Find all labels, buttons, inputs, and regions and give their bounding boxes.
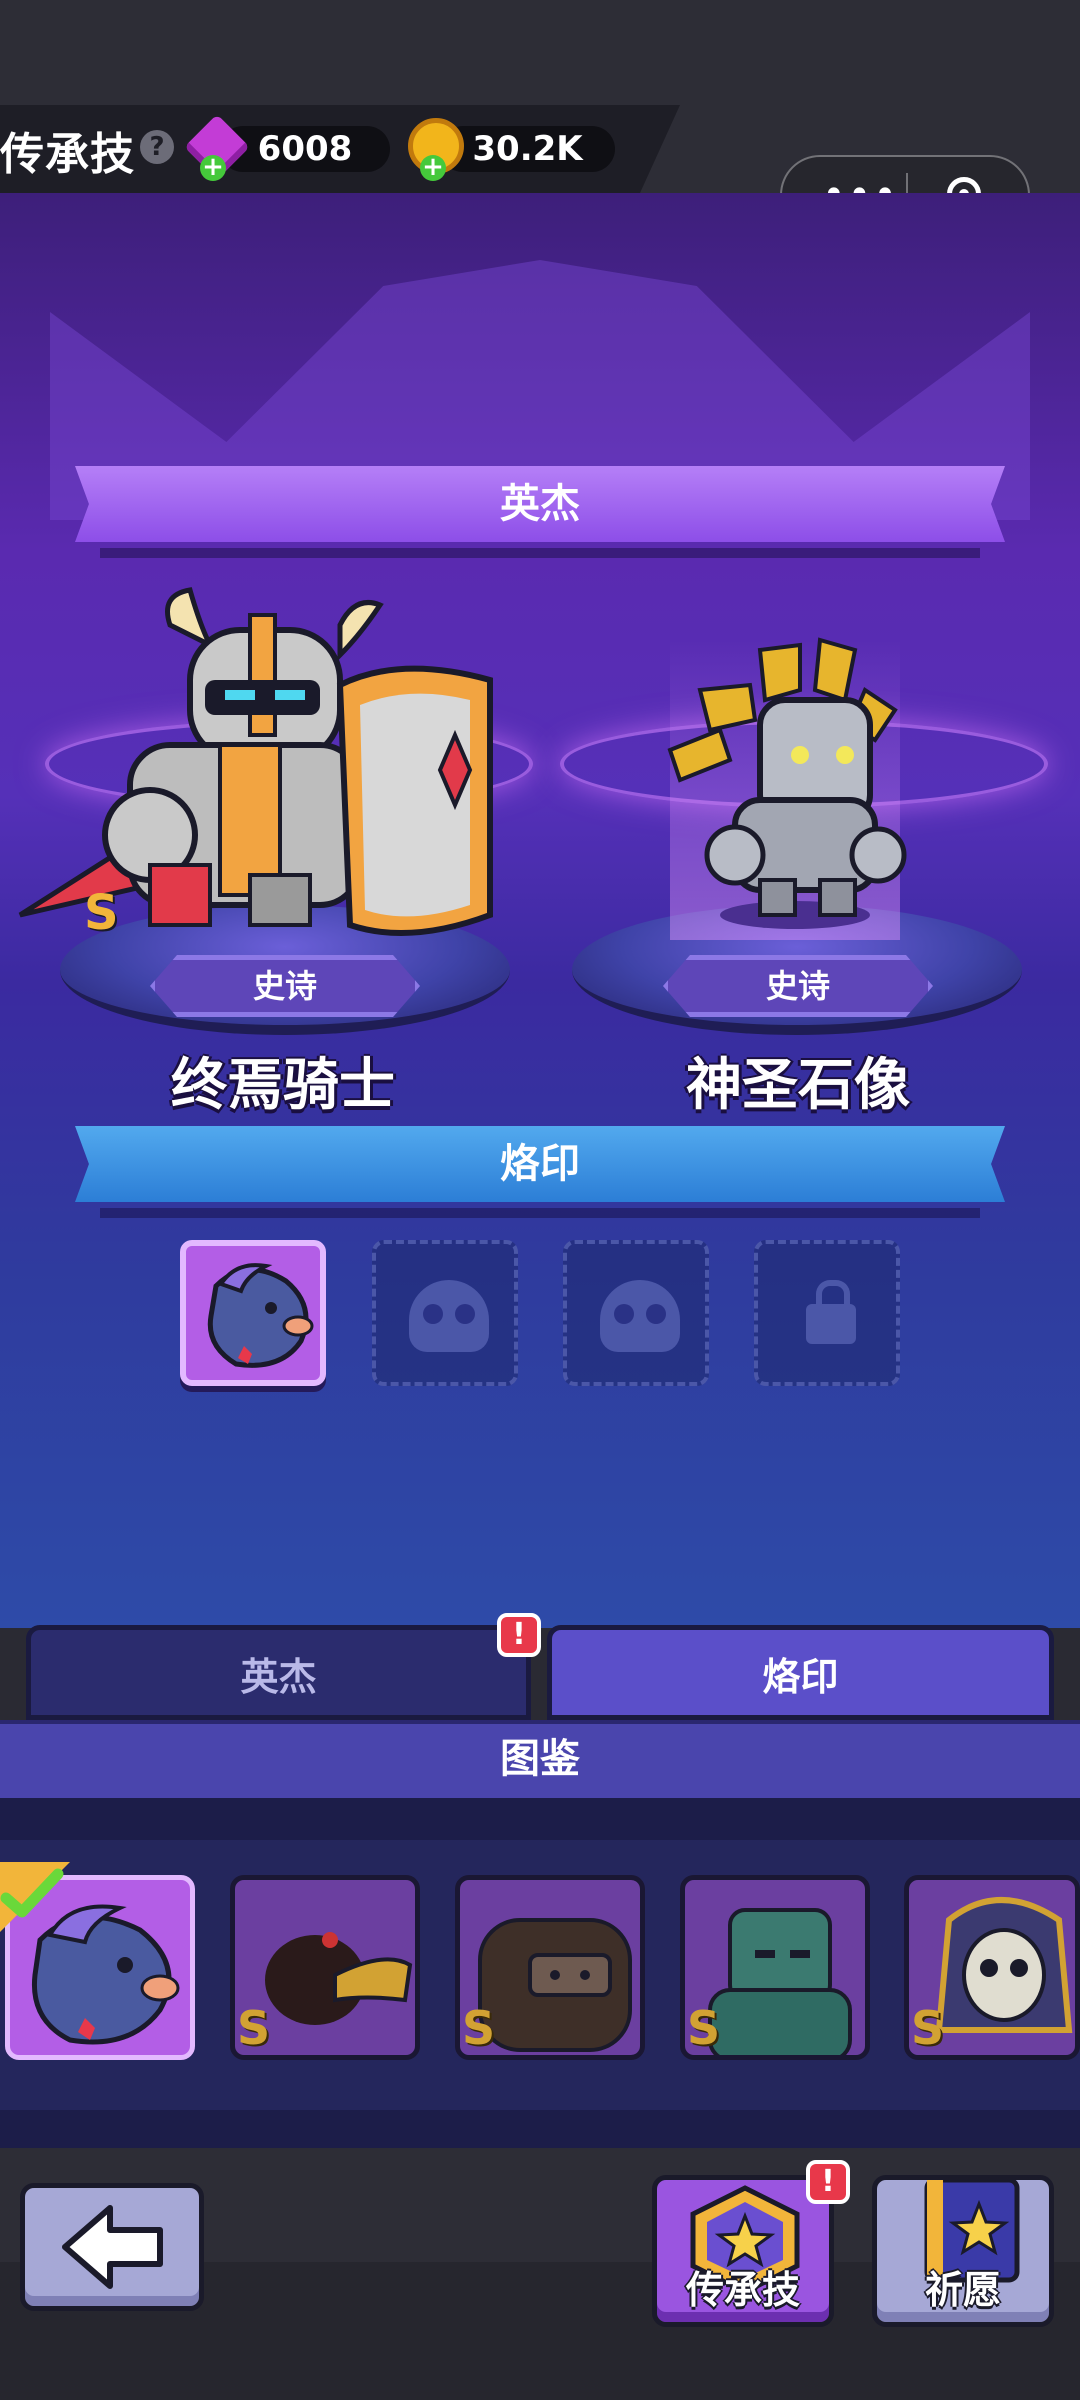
gem-count: 6008 xyxy=(257,129,353,169)
wish-label: 祈愿 xyxy=(924,2268,1001,2312)
card-grade: S xyxy=(462,2001,496,2055)
skull-icon xyxy=(600,1280,680,1352)
skill-alert-badge: ! xyxy=(806,2160,850,2204)
band-shadow xyxy=(100,1208,980,1218)
back-arrow-icon xyxy=(62,2205,163,2289)
status-area xyxy=(0,0,1080,105)
hero-name: 终焉骑士 xyxy=(171,1053,395,1118)
hero-name: 神圣石像 xyxy=(686,1053,910,1118)
add-gems-icon[interactable]: + xyxy=(200,154,226,181)
seal-slot-empty[interactable] xyxy=(372,1240,518,1386)
coin-count: 30.2K xyxy=(472,129,583,169)
legacy-skill-label: 传承技 xyxy=(685,2268,800,2312)
collection-card[interactable]: S xyxy=(680,1875,870,2060)
card-grade: S xyxy=(911,2001,945,2055)
coin-counter: 30.2K xyxy=(440,126,615,172)
seal-banner: 烙印 xyxy=(75,1126,1005,1202)
hero-grade-badge: S xyxy=(84,885,119,941)
rarity-tag: 史诗 xyxy=(150,955,420,1017)
back-button[interactable] xyxy=(20,2183,204,2311)
rarity-tag: 史诗 xyxy=(663,955,933,1017)
hero-banner: 英杰 xyxy=(75,466,1005,542)
statue-hero-image[interactable] xyxy=(660,630,930,930)
lock-icon xyxy=(806,1280,856,1344)
tab-alert-badge: ! xyxy=(497,1613,541,1657)
seal-slot-filled[interactable] xyxy=(180,1240,326,1386)
seal-slot-empty[interactable] xyxy=(563,1240,709,1386)
wish-button[interactable]: 祈愿 xyxy=(872,2175,1054,2327)
tab-seals[interactable]: 烙印 xyxy=(547,1625,1054,1720)
help-icon[interactable]: ? xyxy=(140,130,174,164)
card-grade: S xyxy=(237,2001,271,2055)
selected-check-icon xyxy=(0,1862,70,1932)
seal-slot-locked[interactable] xyxy=(754,1240,900,1386)
collection-card[interactable]: S xyxy=(455,1875,645,2060)
tab-heroes[interactable]: 英杰 xyxy=(26,1625,531,1720)
skull-icon xyxy=(409,1280,489,1352)
add-coins-icon[interactable]: + xyxy=(420,154,446,181)
card-grade: S xyxy=(687,2001,721,2055)
fish-seal-icon xyxy=(207,1263,314,1368)
collection-card[interactable]: S xyxy=(230,1875,420,2060)
page-title: 传承技 xyxy=(0,129,135,180)
collection-title: 图鉴 xyxy=(0,1720,1080,1806)
collection-card[interactable]: S xyxy=(904,1875,1080,2060)
band-shadow xyxy=(100,548,980,558)
